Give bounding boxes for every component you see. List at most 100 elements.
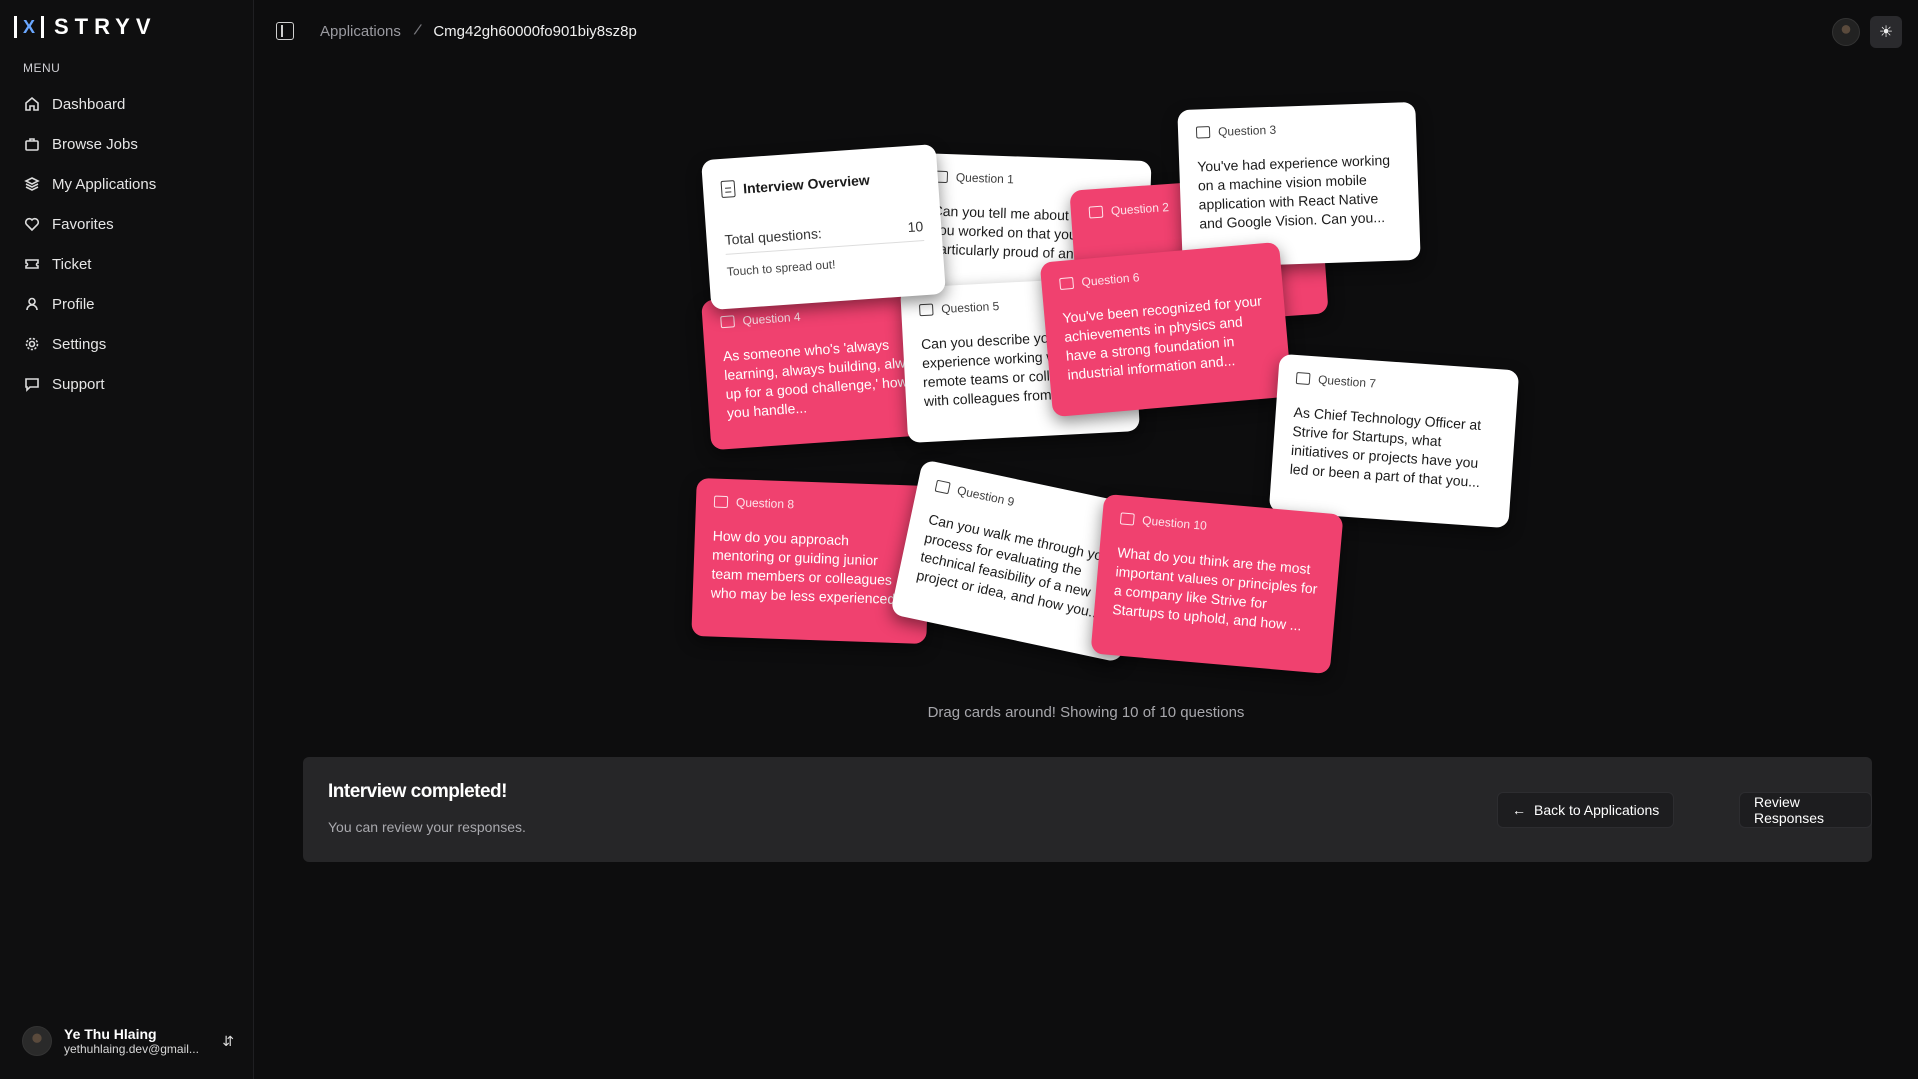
- message-icon: [24, 376, 40, 392]
- question-label: Question 10: [1141, 513, 1208, 533]
- sidebar-item-my-applications[interactable]: My Applications: [14, 164, 240, 204]
- user-email: yethuhlaing.dev@gmail...: [64, 1042, 199, 1056]
- sidebar-item-settings[interactable]: Settings: [14, 324, 240, 364]
- sidebar-item-dashboard[interactable]: Dashboard: [14, 84, 240, 124]
- question-text: You've been recognized for your achievem…: [1061, 292, 1263, 383]
- overview-title-text: Interview Overview: [742, 171, 871, 196]
- layers-icon: [24, 176, 40, 192]
- question-text: As someone who's 'always learning, alway…: [722, 336, 928, 421]
- message-icon: [1059, 276, 1075, 291]
- question-card-header: Question 3: [1195, 119, 1398, 140]
- logo-mark-icon: X: [14, 16, 44, 38]
- sidebar: X STRYV MENU Dashboard Browse Jobs My Ap…: [0, 0, 254, 1079]
- breadcrumb: Applications / Cmg42gh60000fo901biy8sz8p: [320, 22, 637, 40]
- sidebar-item-label: Favorites: [52, 215, 114, 233]
- sidebar-item-label: Browse Jobs: [52, 135, 138, 153]
- sidebar-item-label: Dashboard: [52, 95, 126, 113]
- review-responses-button[interactable]: Review Responses: [1739, 792, 1872, 828]
- overview-title: Interview Overview: [720, 167, 921, 199]
- logo[interactable]: X STRYV: [14, 14, 157, 40]
- message-icon: [934, 479, 951, 495]
- theme-toggle-button[interactable]: ☀: [1870, 16, 1902, 48]
- chevrons-up-down-icon[interactable]: ⇵: [222, 1033, 234, 1050]
- message-icon: [1195, 126, 1211, 139]
- question-text: As Chief Technology Officer at Strive fo…: [1289, 403, 1482, 490]
- ticket-icon: [24, 256, 40, 272]
- panel-title: Interview completed!: [328, 781, 508, 802]
- message-icon: [1119, 512, 1135, 526]
- question-text: What do you think are the most important…: [1111, 544, 1318, 634]
- message-icon: [720, 315, 736, 329]
- document-icon: [720, 180, 736, 199]
- header: Applications / Cmg42gh60000fo901biy8sz8p…: [254, 0, 1918, 62]
- breadcrumb-current: Cmg42gh60000fo901biy8sz8p: [433, 22, 637, 40]
- question-label: Question 2: [1110, 200, 1170, 219]
- menu-label: MENU: [23, 61, 61, 75]
- sidebar-item-favorites[interactable]: Favorites: [14, 204, 240, 244]
- question-card-header: Question 6: [1059, 259, 1263, 291]
- interview-completed-panel: Interview completed! You can review your…: [303, 757, 1872, 862]
- question-label: Question 7: [1317, 372, 1377, 391]
- question-card-8[interactable]: Question 8 How do you approach mentoring…: [691, 477, 932, 645]
- question-card-header: Question 1: [933, 170, 1133, 191]
- spread-hint: Touch to spread out!: [726, 257, 836, 279]
- total-questions-row: Total questions: 10: [724, 218, 925, 255]
- drag-hint: Drag cards around! Showing 10 of 10 ques…: [927, 704, 1245, 721]
- question-card-header: Question 10: [1119, 511, 1324, 543]
- user-info: Ye Thu Hlaing yethuhlaing.dev@gmail...: [64, 1026, 210, 1056]
- question-card-10[interactable]: Question 10 What do you think are the mo…: [1090, 493, 1344, 675]
- sidebar-item-browse-jobs[interactable]: Browse Jobs: [14, 124, 240, 164]
- app-root: X STRYV MENU Dashboard Browse Jobs My Ap…: [0, 0, 1918, 1079]
- briefcase-icon: [24, 136, 40, 152]
- question-label: Question 8: [735, 495, 795, 512]
- sidebar-item-label: Profile: [52, 295, 95, 313]
- sidebar-item-label: Ticket: [52, 255, 92, 273]
- question-label: Question 5: [940, 299, 1000, 317]
- sidebar-item-profile[interactable]: Profile: [14, 284, 240, 324]
- user-menu[interactable]: Ye Thu Hlaing yethuhlaing.dev@gmail... ⇵: [22, 1021, 234, 1061]
- sidebar-nav: Dashboard Browse Jobs My Applications Fa…: [14, 84, 240, 404]
- arrow-left-icon: ←: [1512, 802, 1526, 818]
- question-card-7[interactable]: Question 7 As Chief Technology Officer a…: [1268, 353, 1520, 529]
- brand-name: STRYV: [54, 14, 157, 39]
- question-card-header: Question 7: [1295, 371, 1500, 399]
- review-button-label: Review Responses: [1754, 794, 1825, 826]
- interview-overview-card[interactable]: Interview Overview Total questions: 10 T…: [701, 143, 946, 311]
- question-label: Question 4: [742, 309, 801, 328]
- question-label: Question 3: [1217, 122, 1277, 139]
- sun-icon: ☀: [1878, 24, 1894, 41]
- breadcrumb-separator-icon: /: [412, 21, 423, 40]
- question-text: You've had experience working on a machi…: [1197, 151, 1391, 232]
- avatar: [22, 1026, 52, 1056]
- message-icon: [918, 303, 934, 317]
- sidebar-item-label: Support: [52, 375, 105, 393]
- breadcrumb-applications-link[interactable]: Applications: [320, 23, 401, 40]
- total-questions-value: 10: [907, 218, 924, 236]
- user-icon: [24, 296, 40, 312]
- sidebar-item-label: Settings: [52, 335, 107, 353]
- question-label: Question 1: [955, 170, 1015, 187]
- home-icon: [24, 96, 40, 112]
- sidebar-item-support[interactable]: Support: [14, 364, 240, 404]
- sidebar-toggle-icon[interactable]: [276, 22, 294, 40]
- sidebar-item-label: My Applications: [52, 175, 157, 193]
- gear-icon: [24, 336, 40, 352]
- sidebar-item-ticket[interactable]: Ticket: [14, 244, 240, 284]
- back-to-applications-button[interactable]: ← Back to Applications: [1497, 792, 1675, 828]
- message-icon: [1295, 372, 1311, 385]
- user-name: Ye Thu Hlaing: [64, 1026, 157, 1042]
- question-card-6[interactable]: Question 6 You've been recognized for yo…: [1039, 241, 1293, 418]
- question-card-board: Question 1 Can you tell me about a proje…: [254, 62, 1918, 721]
- question-label: Question 9: [955, 483, 1016, 510]
- question-card-header: Question 8: [713, 495, 913, 516]
- panel-subtitle: You can review your responses.: [328, 819, 526, 835]
- back-button-label: Back to Applications: [1534, 802, 1660, 818]
- heart-icon: [24, 216, 40, 232]
- question-label: Question 6: [1080, 270, 1140, 290]
- header-avatar[interactable]: [1832, 18, 1860, 46]
- total-questions-label: Total questions:: [724, 225, 823, 248]
- question-text: How do you approach mentoring or guiding…: [710, 527, 908, 608]
- question-card-3[interactable]: Question 3 You've had experience working…: [1177, 101, 1421, 269]
- message-icon: [1088, 205, 1104, 219]
- message-icon: [713, 495, 729, 509]
